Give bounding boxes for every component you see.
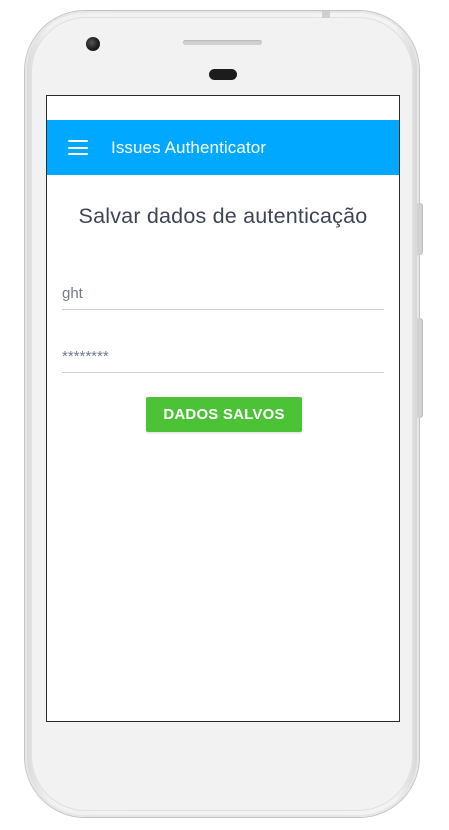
menu-line [68,140,88,142]
password-field [62,334,384,373]
earpiece-speaker [183,40,262,45]
status-bar [47,96,399,120]
device-mockup: Issues Authenticator Salvar dados de aut… [0,0,449,830]
username-field [62,271,384,310]
password-input[interactable] [62,348,384,372]
page-title: Salvar dados de autenticação [78,204,368,228]
app-screen: Issues Authenticator Salvar dados de aut… [46,95,400,722]
menu-line [68,146,88,149]
proximity-sensor [209,69,237,80]
front-camera-icon [86,37,100,51]
save-credentials-button[interactable]: DADOS SALVOS [146,397,302,432]
app-toolbar: Issues Authenticator [47,120,399,175]
power-button[interactable] [417,203,422,255]
volume-button[interactable] [417,318,422,418]
app-title: Issues Authenticator [111,137,267,157]
menu-line [68,153,88,155]
top-edge-marker [322,11,330,18]
username-input[interactable] [62,285,384,309]
hamburger-menu-icon[interactable] [68,140,88,155]
